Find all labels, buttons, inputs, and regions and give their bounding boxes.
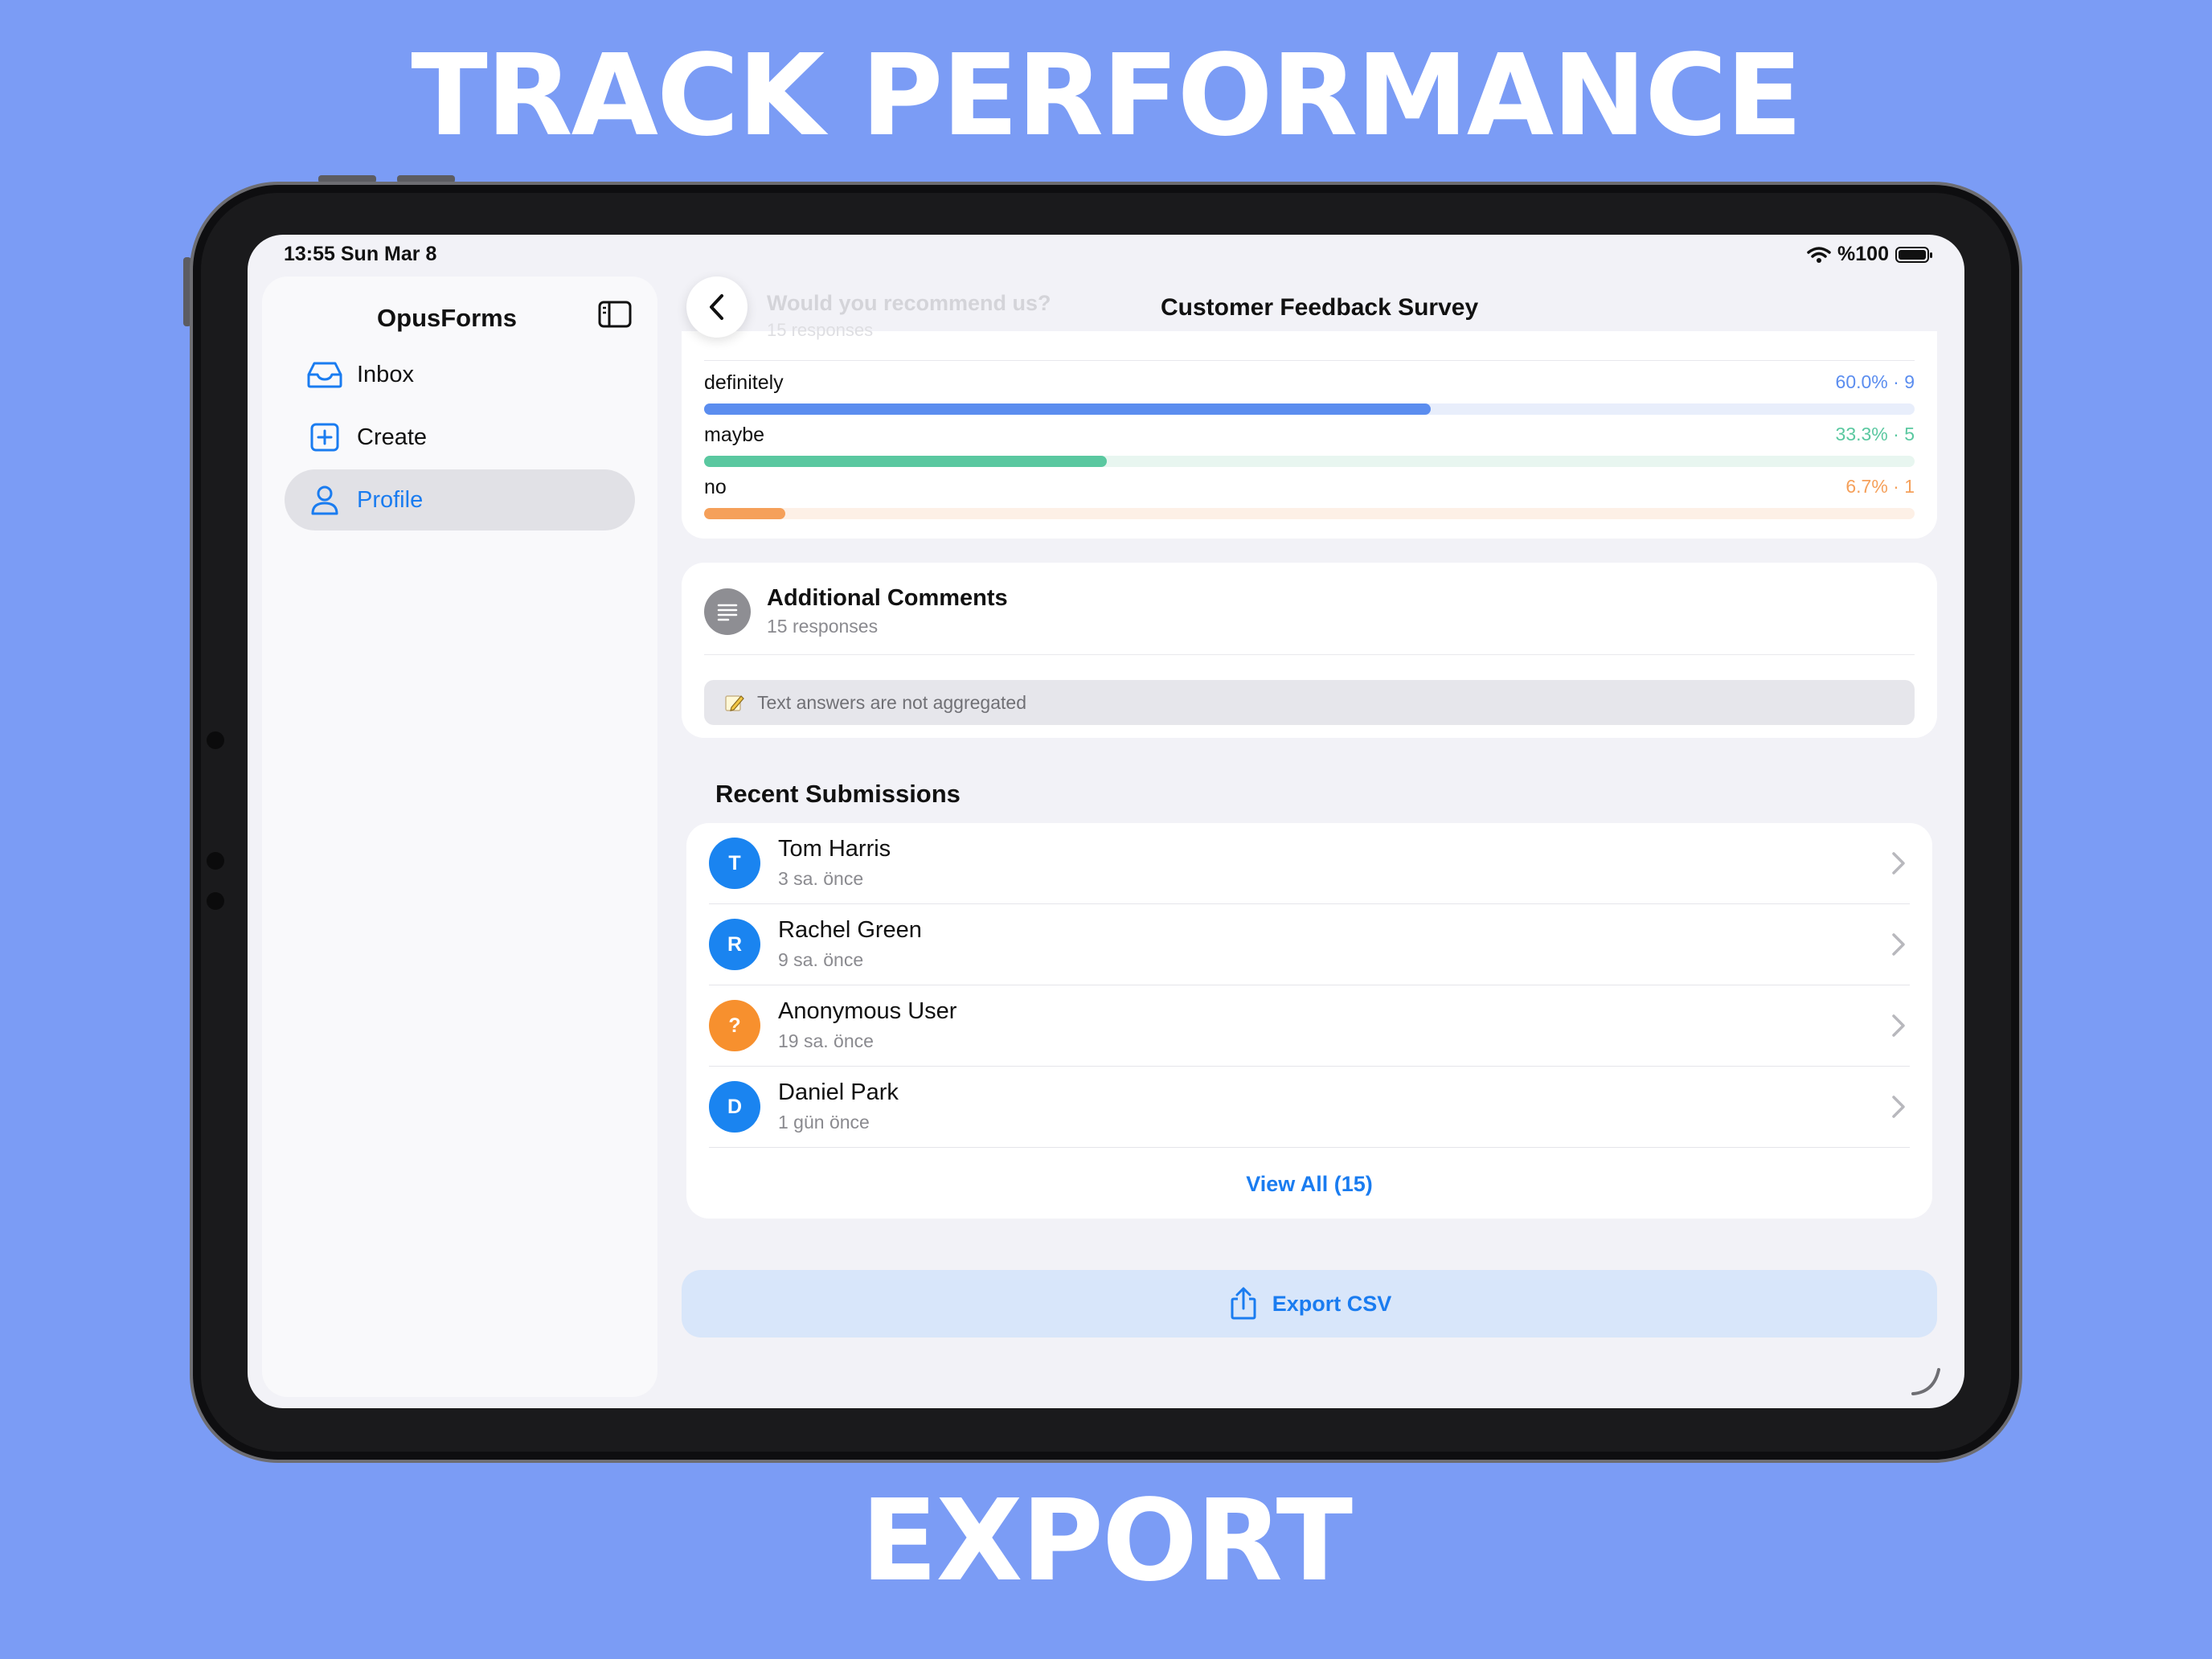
submitter-name: Tom Harris (778, 836, 891, 862)
aggregation-note-text: Text answers are not aggregated (757, 691, 1026, 713)
sidebar-toggle-icon[interactable] (596, 296, 633, 333)
submission-time: 3 sa. önce (778, 868, 864, 889)
recent-submissions-title: Recent Submissions (715, 780, 961, 808)
device-dot (207, 731, 224, 749)
submitter-name: Rachel Green (778, 917, 922, 943)
option-row-maybe: maybe 33.3% · 5 (704, 424, 1915, 472)
submission-row[interactable]: D Daniel Park 1 gün önce (686, 1067, 1932, 1148)
progress-track (704, 456, 1915, 467)
progress-bar-no (704, 508, 785, 519)
option-percent: 6.7% · 1 (1845, 476, 1915, 497)
avatar: R (709, 919, 760, 970)
aggregation-note: Text answers are not aggregated (704, 680, 1915, 725)
option-row-definitely: definitely 60.0% · 9 (704, 371, 1915, 420)
sidebar-item-profile[interactable]: Profile (285, 469, 635, 530)
collapsed-question-title: Would you recommend us? (767, 291, 1051, 315)
divider (704, 360, 1915, 361)
option-label: definitely (704, 371, 784, 394)
device-dot (207, 852, 224, 870)
headline-export: EXPORT (860, 1476, 1353, 1607)
plus-square-icon (310, 423, 339, 452)
submitter-name: Anonymous User (778, 998, 957, 1024)
chevron-right-icon (1892, 1014, 1905, 1037)
device-dot (207, 892, 224, 910)
chevron-left-icon (710, 294, 723, 320)
sidebar-item-label: Inbox (357, 361, 414, 387)
back-button[interactable] (686, 276, 748, 338)
progress-bar-maybe (704, 456, 1108, 467)
share-icon (1231, 1287, 1256, 1320)
progress-track (704, 403, 1915, 415)
chevron-right-icon (1892, 1096, 1905, 1118)
avatar: T (709, 838, 760, 889)
memo-pencil-icon (725, 695, 744, 711)
device-screen: 13:55 Sun Mar 8 %100 OpusForms Inbox Cre… (248, 235, 1964, 1408)
wifi-icon (1807, 246, 1831, 263)
comments-title: Additional Comments (767, 585, 1008, 611)
option-percent: 60.0% · 9 (1835, 371, 1915, 392)
headline-track-performance: TRACK PERFORMANCE (411, 31, 1802, 162)
battery-icon (1895, 246, 1932, 263)
avatar: ? (709, 1000, 760, 1051)
option-percent: 33.3% · 5 (1835, 424, 1915, 444)
option-label: maybe (704, 424, 765, 446)
person-icon (311, 485, 338, 515)
page-title: Customer Feedback Survey (1161, 294, 1479, 321)
app-title: OpusForms (377, 304, 517, 332)
submission-time: 9 sa. önce (778, 949, 864, 970)
sidebar: OpusForms Inbox Create Profile (262, 276, 657, 1397)
sidebar-item-label: Create (357, 424, 428, 450)
avatar: D (709, 1081, 760, 1133)
progress-bar-definitely (704, 403, 1431, 415)
divider (709, 1147, 1910, 1148)
resize-handle-icon[interactable] (1910, 1365, 1942, 1397)
sidebar-item-create[interactable]: Create (285, 407, 635, 468)
sidebar-item-label: Profile (357, 486, 424, 513)
submission-row[interactable]: T Tom Harris 3 sa. önce (686, 823, 1932, 904)
status-bar: 13:55 Sun Mar 8 %100 (248, 235, 1964, 270)
submission-time: 1 gün önce (778, 1112, 870, 1133)
submission-time: 19 sa. önce (778, 1030, 874, 1051)
submission-row[interactable]: ? Anonymous User 19 sa. önce (686, 985, 1932, 1067)
option-row-no: no 6.7% · 1 (704, 476, 1915, 524)
comments-card: Additional Comments 15 responses Text an… (682, 563, 1937, 738)
option-label: no (704, 476, 727, 498)
export-csv-label: Export CSV (1272, 1291, 1392, 1316)
text-lines-icon (704, 588, 751, 635)
comments-responses: 15 responses (767, 616, 879, 637)
chevron-right-icon (1892, 933, 1905, 956)
inbox-icon (307, 362, 342, 388)
status-time: 13:55 Sun Mar 8 (284, 243, 437, 265)
submitter-name: Daniel Park (778, 1079, 899, 1105)
question-results-card: definitely 60.0% · 9 maybe 33.3% · 5 no … (682, 331, 1937, 539)
progress-track (704, 508, 1915, 519)
export-csv-button[interactable]: Export CSV (682, 1270, 1937, 1337)
chevron-right-icon (1892, 852, 1905, 875)
divider (704, 654, 1915, 655)
collapsed-question-responses: 15 responses (767, 320, 874, 340)
sidebar-item-inbox[interactable]: Inbox (285, 344, 635, 405)
recent-submissions-card: T Tom Harris 3 sa. önce R Rachel Green 9… (686, 823, 1932, 1219)
view-all-link[interactable]: View All (15) (686, 1172, 1932, 1197)
battery-percent: %100 (1837, 243, 1889, 265)
submission-row[interactable]: R Rachel Green 9 sa. önce (686, 904, 1932, 985)
